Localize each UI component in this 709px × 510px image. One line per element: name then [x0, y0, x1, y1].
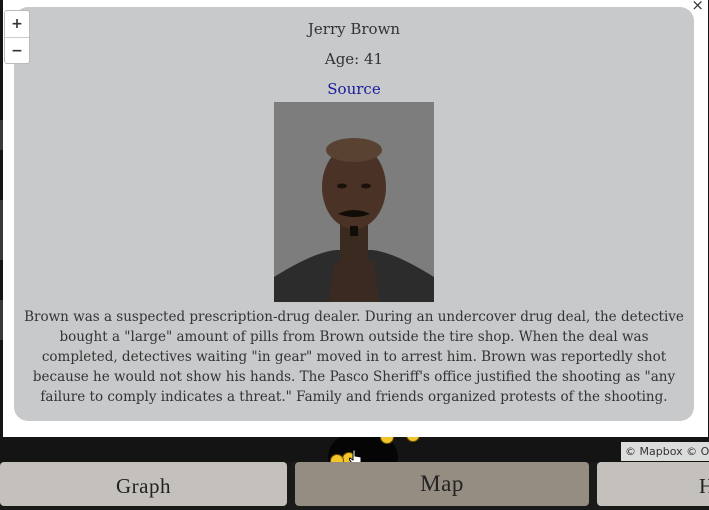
popup-content: Jerry Brown Age: 41 Source Brown was a s… [14, 7, 694, 421]
mugshot-photo [274, 102, 434, 302]
incident-description: Brown was a suspected prescription-drug … [24, 309, 684, 405]
map-popup: × Jerry Brown Age: 41 Source Brown was a… [3, 0, 708, 437]
zoom-out-button[interactable]: − [5, 37, 29, 64]
tab-h[interactable]: H [597, 462, 709, 506]
source-link[interactable]: Source [14, 80, 694, 98]
zoom-in-button[interactable]: + [5, 11, 29, 37]
zoom-control: + − [4, 10, 30, 64]
close-icon[interactable]: × [691, 0, 704, 14]
bottom-tab-bar: Graph Map H [0, 462, 709, 507]
person-age: Age: 41 [324, 50, 384, 68]
tab-graph[interactable]: Graph [0, 462, 287, 506]
tab-map[interactable]: Map [295, 462, 589, 506]
person-name: Jerry Brown [307, 20, 401, 38]
map-attribution[interactable]: © Mapbox © O [621, 442, 709, 461]
